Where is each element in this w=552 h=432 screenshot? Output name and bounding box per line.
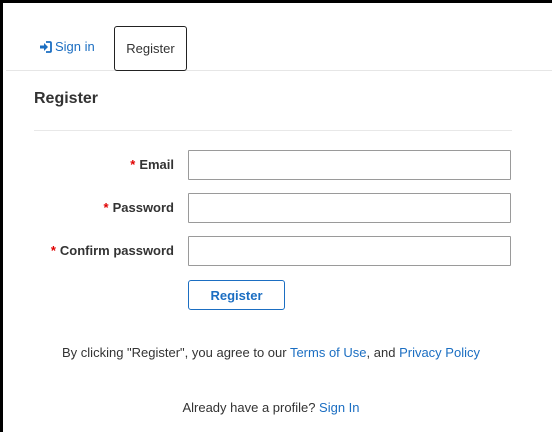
confirm-password-row: * Confirm password (3, 236, 552, 266)
page-title: Register (34, 90, 99, 107)
email-input[interactable] (188, 150, 511, 180)
title-divider (34, 130, 512, 131)
tab-sign-in[interactable]: Sign in (39, 39, 95, 54)
confirm-password-label: * Confirm password (51, 243, 174, 258)
tab-register-label: Register (126, 41, 175, 56)
required-marker: * (130, 157, 136, 172)
terms-of-use-link[interactable]: Terms of Use (290, 345, 367, 360)
agreement-prefix: By clicking "Register", you agree to our (62, 345, 290, 360)
required-marker: * (103, 200, 109, 215)
required-marker: * (50, 243, 56, 258)
email-label-text: Email (139, 157, 174, 172)
auth-tabs: Sign in Register (6, 6, 552, 71)
page-frame: Sign in Register Register * Email * Passwo… (0, 0, 552, 432)
sign-in-icon (39, 40, 52, 53)
tab-sign-in-label: Sign in (55, 39, 95, 54)
password-label: * Password (104, 200, 174, 215)
tab-register[interactable]: Register (114, 26, 187, 71)
email-row: * Email (3, 150, 552, 180)
privacy-policy-link[interactable]: Privacy Policy (399, 345, 480, 360)
terms-agreement: By clicking "Register", you agree to our… (3, 345, 539, 360)
password-input[interactable] (188, 193, 511, 223)
signin-prompt: Already have a profile? Sign In (3, 400, 539, 415)
agreement-middle: , and (366, 345, 400, 360)
confirm-password-label-text: Confirm password (59, 243, 174, 258)
password-row: * Password (3, 193, 552, 223)
password-label-text: Password (112, 200, 174, 215)
signin-prompt-text: Already have a profile? (182, 400, 320, 415)
sign-in-link[interactable]: Sign In (319, 400, 359, 415)
confirm-password-input[interactable] (188, 236, 511, 266)
register-button[interactable]: Register (188, 280, 285, 310)
email-label: * Email (130, 157, 174, 172)
